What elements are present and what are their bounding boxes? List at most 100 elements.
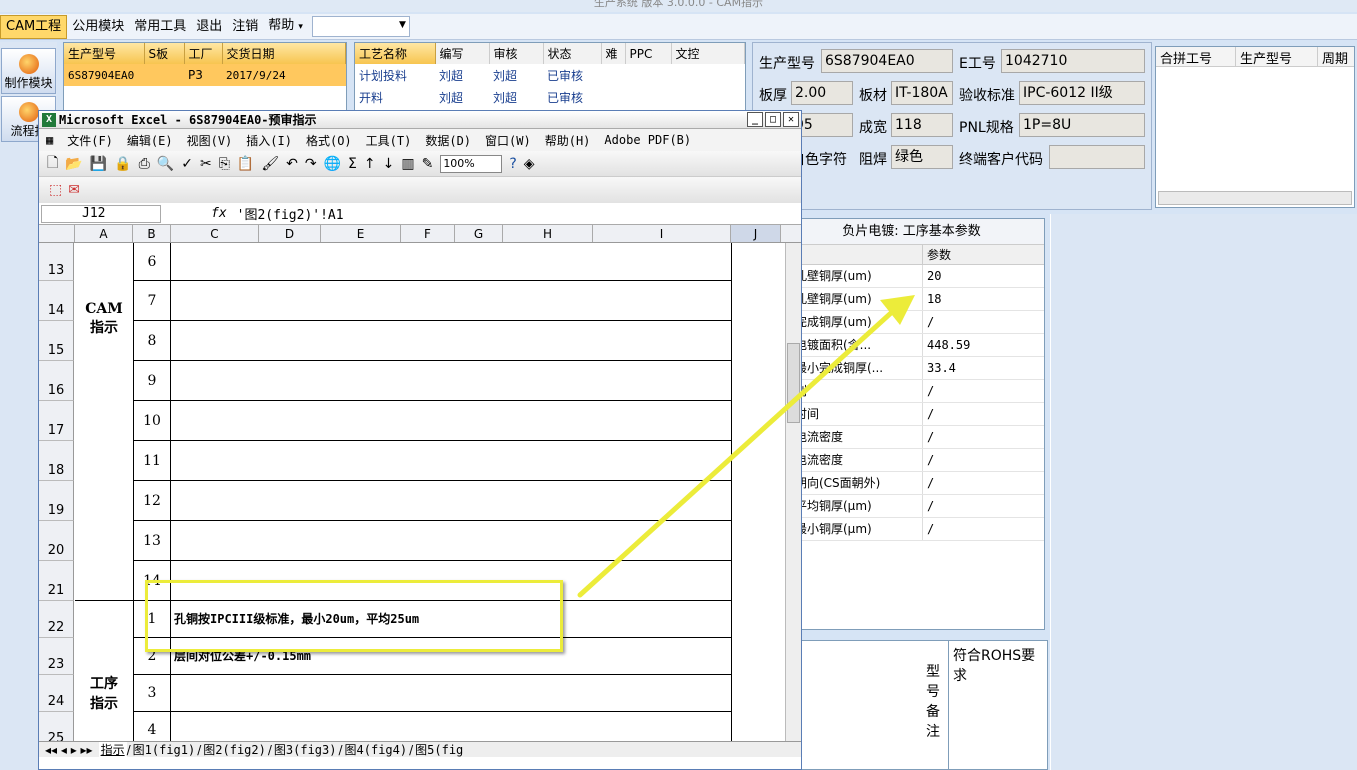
e-no-field[interactable]: 1042710 <box>1001 49 1145 73</box>
formula-input[interactable]: '图2(fig2)'!A1 <box>237 204 344 223</box>
cell-seq[interactable]: 13 <box>133 521 171 561</box>
col-period[interactable]: 周期 <box>1318 47 1352 67</box>
col-doc-control[interactable]: 文控 <box>671 43 745 64</box>
row-header[interactable]: 18 <box>39 441 74 481</box>
col-combine-model[interactable]: 生产型号 <box>1236 47 1318 67</box>
menu-help[interactable]: 帮助 ▾ <box>263 15 308 38</box>
col-A[interactable]: A <box>75 225 133 242</box>
minimize-button[interactable]: _ <box>747 112 763 127</box>
col-D[interactable]: D <box>259 225 321 242</box>
rohs-note[interactable]: 符合ROHS要求 <box>948 640 1048 770</box>
fill-color-icon[interactable]: ◈ <box>524 156 535 172</box>
autosum-icon[interactable]: Σ <box>348 156 357 172</box>
name-box[interactable]: J12 <box>41 204 161 223</box>
row-header[interactable]: 25 <box>39 712 74 743</box>
paste-icon[interactable]: 📋 <box>237 156 254 172</box>
col-status[interactable]: 状态 <box>543 43 602 64</box>
cell-seq[interactable]: 11 <box>133 441 171 481</box>
merged-process-instruction[interactable]: 工序 指示 <box>75 601 133 743</box>
col-s-board[interactable]: S板 <box>144 43 185 64</box>
table-row[interactable]: 计划投料 刘超 刘超 已审核 <box>355 64 745 86</box>
cut-icon[interactable]: ✂ <box>200 156 212 172</box>
cell-seq[interactable]: 10 <box>133 401 171 441</box>
table-row[interactable]: 开料 刘超 刘超 已审核 <box>355 86 745 108</box>
col-C[interactable]: C <box>171 225 259 242</box>
col-delivery-date[interactable]: 交货日期 <box>222 43 346 64</box>
finish-width-field[interactable]: 118 <box>891 113 953 137</box>
col-factory[interactable]: 工厂 <box>184 43 223 64</box>
print-icon[interactable]: ⎙ <box>139 156 150 172</box>
maximize-button[interactable]: □ <box>765 112 781 127</box>
col-F[interactable]: F <box>401 225 455 242</box>
convert-pdf-icon[interactable]: ⬚ <box>49 182 62 198</box>
select-all[interactable] <box>39 225 75 242</box>
row-header[interactable]: 21 <box>39 561 74 601</box>
menu-help-x[interactable]: 帮助(H) <box>538 132 598 149</box>
thickness-field[interactable]: 2.00 <box>791 81 853 105</box>
undo-icon[interactable]: ↶ <box>286 156 298 172</box>
tab-fig5[interactable]: 图5(fig <box>413 742 465 757</box>
row-header[interactable]: 23 <box>39 638 74 675</box>
spelling-icon[interactable]: ✓ <box>181 156 193 172</box>
tab-fig1[interactable]: 图1(fig1) <box>131 742 198 757</box>
col-process-name[interactable]: 工艺名称 <box>355 43 436 64</box>
cell-content[interactable] <box>171 243 731 281</box>
row-header[interactable]: 13 <box>39 243 74 281</box>
prod-model-field[interactable]: 6S87904EA0 <box>821 49 953 73</box>
col-J[interactable]: J <box>731 225 781 242</box>
tab-fig3[interactable]: 图3(fig3) <box>272 742 339 757</box>
menu-adobe-pdf[interactable]: Adobe PDF(B) <box>597 133 698 147</box>
redo-icon[interactable]: ↷ <box>305 156 317 172</box>
excel-titlebar[interactable]: X Microsoft Excel - 6S87904EA0-预审指示 _ □ … <box>39 111 801 129</box>
cell-seq[interactable]: 7 <box>133 281 171 321</box>
sort-asc-icon[interactable]: ↑ <box>364 156 376 172</box>
menu-window[interactable]: 窗口(W) <box>478 132 538 149</box>
col-G[interactable]: G <box>455 225 503 242</box>
drawing-icon[interactable]: ✎ <box>422 156 434 172</box>
hyperlink-icon[interactable]: 🌐 <box>324 156 341 172</box>
help-icon[interactable]: ? <box>509 156 516 172</box>
menu-logout[interactable]: 注销 <box>227 16 263 38</box>
table-row[interactable]: 6S87904EA0 P3 2017/9/24 <box>64 64 346 86</box>
menu-format[interactable]: 格式(O) <box>299 132 359 149</box>
menu-view[interactable]: 视图(V) <box>180 132 240 149</box>
row-header[interactable]: 17 <box>39 401 74 441</box>
new-icon[interactable]: 🗋 <box>47 152 58 176</box>
row-header[interactable]: 19 <box>39 481 74 521</box>
col-B[interactable]: B <box>133 225 171 242</box>
row-header[interactable]: 14 <box>39 281 74 321</box>
cell-content[interactable] <box>171 712 731 743</box>
row-header[interactable]: 15 <box>39 321 74 361</box>
menu-common-modules[interactable]: 公用模块 <box>67 16 129 38</box>
permission-icon[interactable]: 🔒 <box>114 156 131 172</box>
material-field[interactable]: IT-180A <box>891 81 953 105</box>
copy-icon[interactable]: ⎘ <box>219 156 230 172</box>
cell-seq[interactable]: 8 <box>133 321 171 361</box>
menu-exit[interactable]: 退出 <box>191 16 227 38</box>
menu-data[interactable]: 数据(D) <box>418 132 478 149</box>
tab-nav-icon[interactable]: ◂◂ ◂ ▸ ▸▸ <box>39 743 99 757</box>
menu-cam[interactable]: CAM工程 <box>0 14 68 39</box>
make-module-button[interactable]: 制作模块 <box>1 48 56 94</box>
open-icon[interactable]: 📂 <box>65 156 82 172</box>
col-E[interactable]: E <box>321 225 401 242</box>
cell-seq[interactable]: 4 <box>133 712 171 743</box>
horizontal-scrollbar[interactable] <box>1158 191 1352 205</box>
menu-file[interactable]: 文件(F) <box>60 132 120 149</box>
print-preview-icon[interactable]: 🔍 <box>157 156 174 172</box>
customer-code-field[interactable] <box>1049 145 1145 169</box>
col-difficulty[interactable]: 难 <box>601 43 626 64</box>
sort-desc-icon[interactable]: ↓ <box>383 156 395 172</box>
menu-insert[interactable]: 插入(I) <box>239 132 299 149</box>
tab-instruction[interactable]: 指示 <box>98 742 127 757</box>
module-select[interactable]: ▼ <box>311 16 410 37</box>
col-I[interactable]: I <box>593 225 731 242</box>
cell-seq[interactable]: 3 <box>133 675 171 712</box>
row-header[interactable]: 20 <box>39 521 74 561</box>
col-combine-no[interactable]: 合拼工号 <box>1156 47 1236 67</box>
cell-seq[interactable]: 6 <box>133 243 171 281</box>
merged-cam-instruction[interactable]: CAM 指示 <box>75 243 133 601</box>
zoom-select[interactable]: 100% <box>440 154 503 173</box>
row-header[interactable]: 16 <box>39 361 74 401</box>
col-H[interactable]: H <box>503 225 593 242</box>
